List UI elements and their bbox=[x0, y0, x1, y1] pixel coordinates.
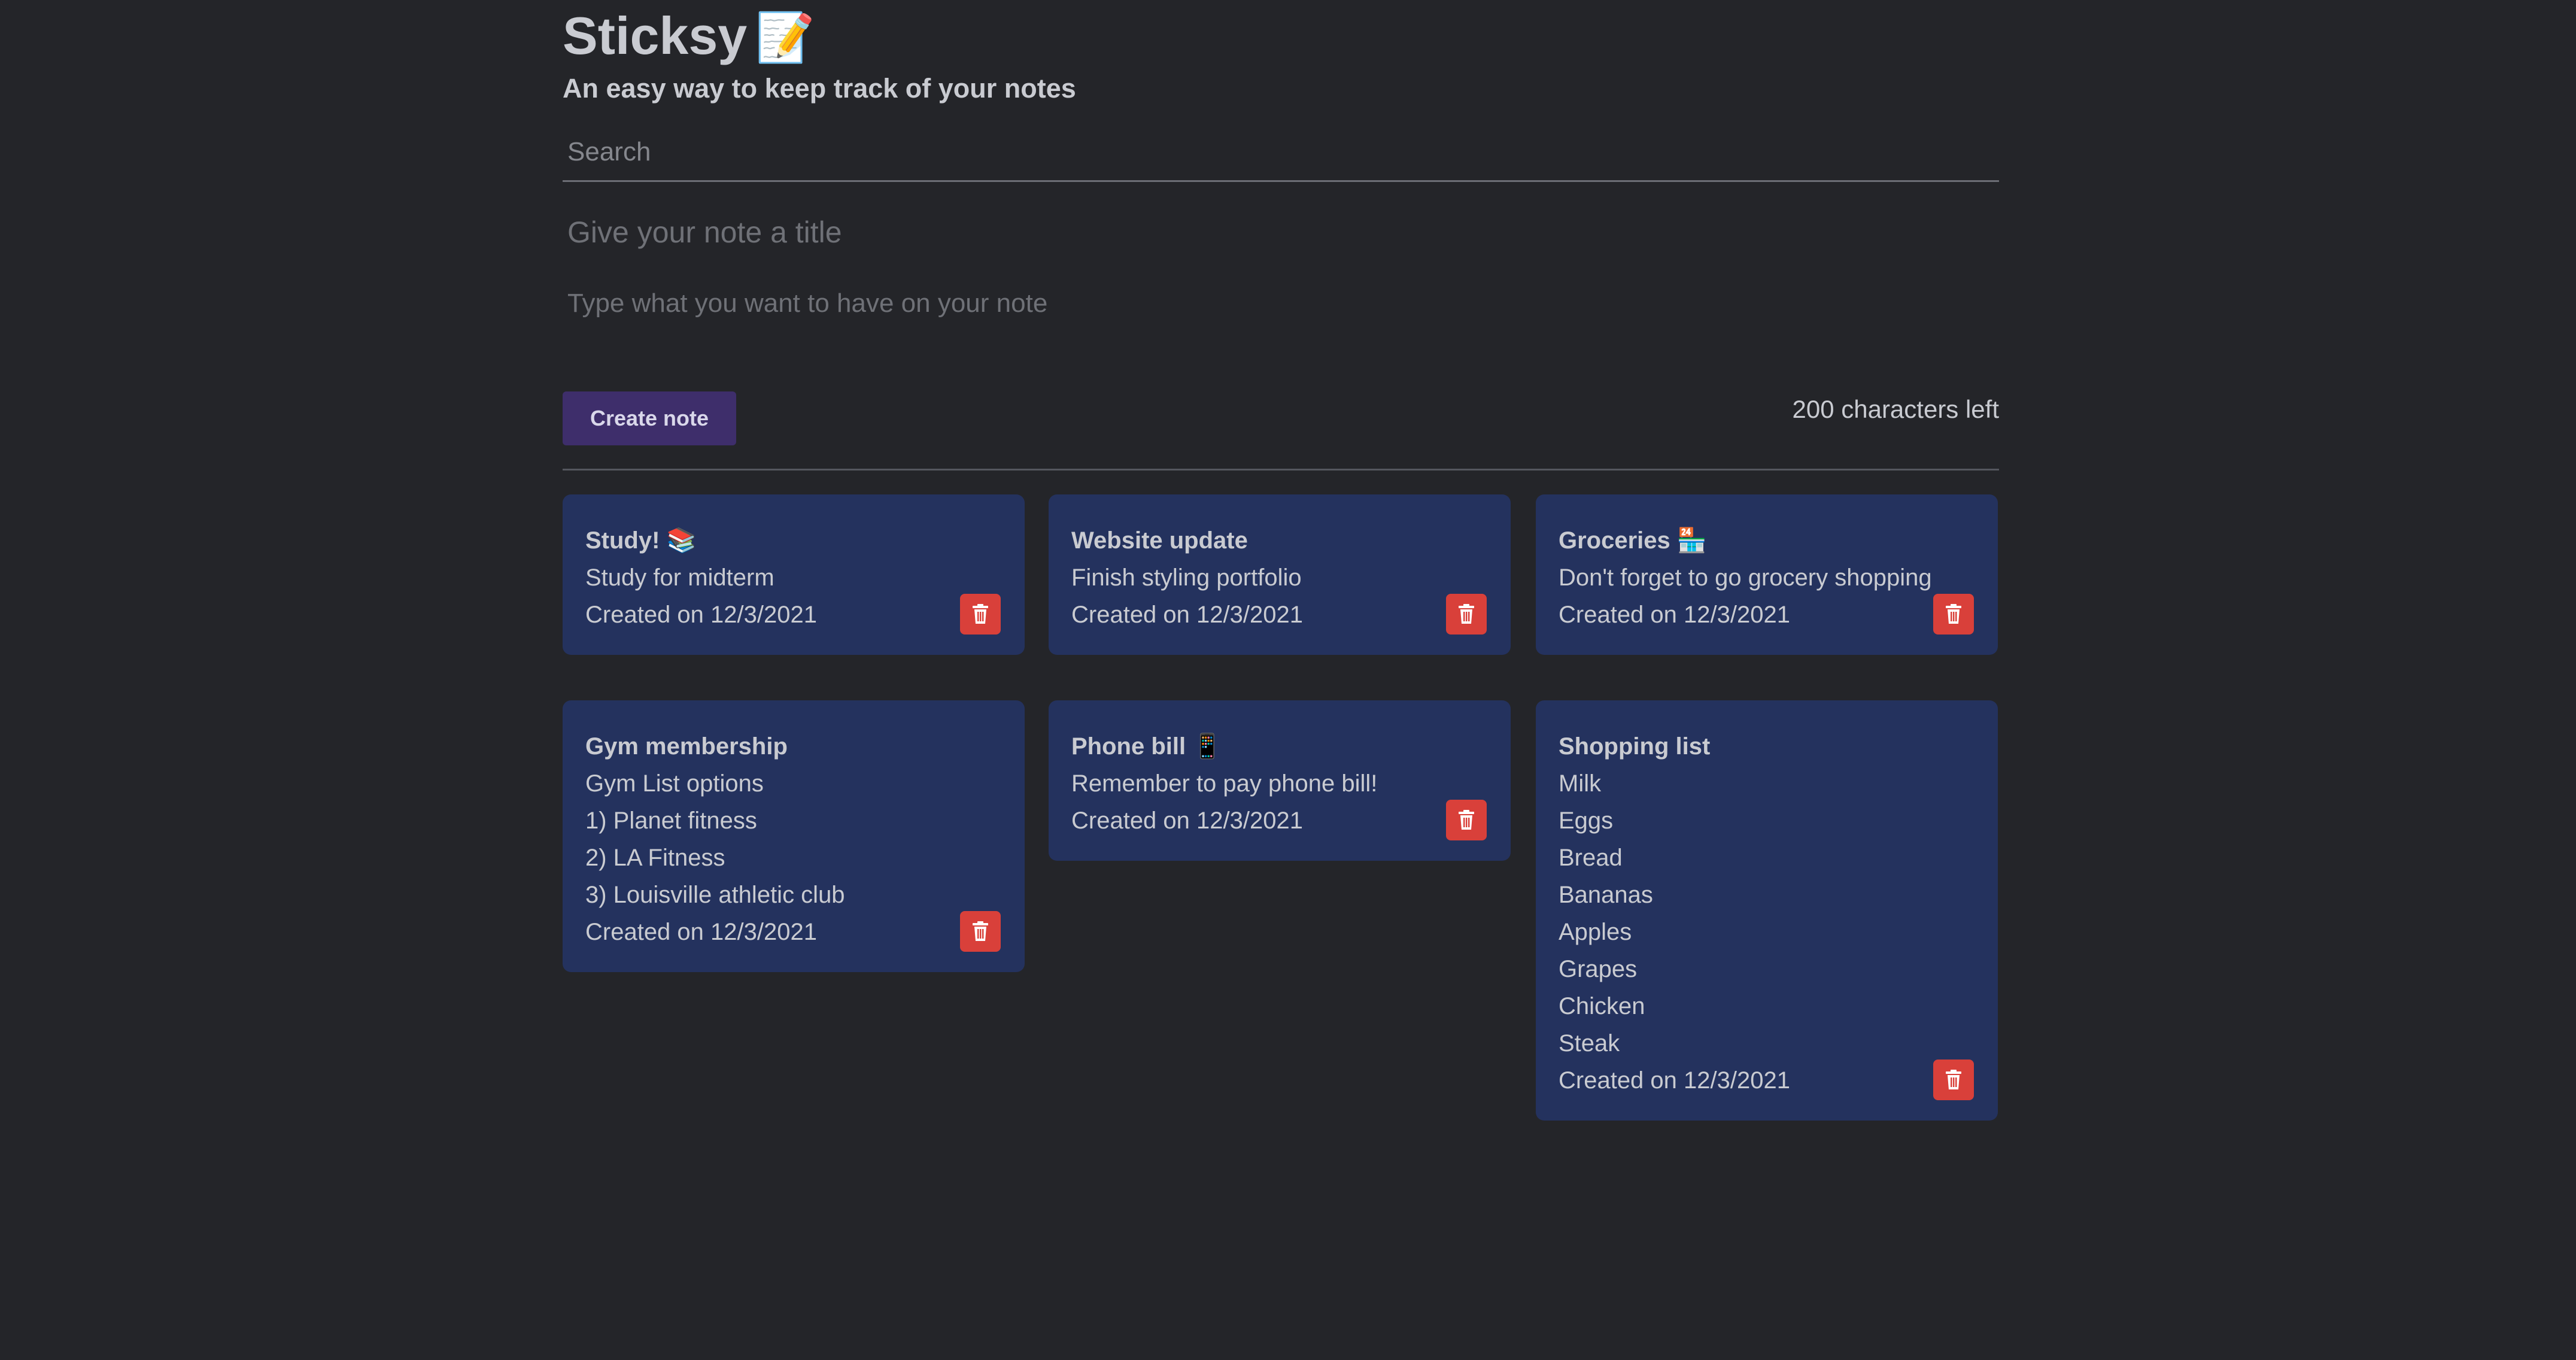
note-text-line: 1) Planet fitness bbox=[585, 808, 757, 834]
note-text-line: Milk bbox=[1559, 770, 1602, 797]
delete-note-button[interactable] bbox=[960, 911, 1001, 952]
delete-note-button[interactable] bbox=[1933, 594, 1974, 635]
note-card: Study! 📚 Study for midterm Created on 12/3… bbox=[563, 494, 1025, 655]
note-text-line: Bread bbox=[1559, 845, 1623, 871]
trash-icon bbox=[1945, 604, 1963, 624]
note-title: Gym membership bbox=[585, 733, 788, 760]
create-note-button[interactable]: Create note bbox=[563, 391, 736, 445]
delete-note-button[interactable] bbox=[1933, 1060, 1974, 1100]
note-date: Created on 12/3/2021 bbox=[1071, 602, 1303, 628]
characters-left-counter: 200 characters left bbox=[1792, 395, 1999, 423]
app-title: Sticksy 📝 bbox=[563, 7, 815, 65]
memo-icon: 📝 bbox=[755, 10, 815, 65]
note-text-line: Grapes bbox=[1559, 956, 1638, 982]
trash-icon bbox=[1457, 810, 1475, 830]
note-card: Phone bill 📱 Remember to pay phone bill! C… bbox=[1049, 700, 1511, 861]
note-text-line: Remember to pay phone bill! bbox=[1071, 770, 1378, 797]
delete-note-button[interactable] bbox=[960, 594, 1001, 635]
note-title: Shopping list bbox=[1559, 733, 1711, 760]
note-text-line: Chicken bbox=[1559, 993, 1645, 1019]
note-title: Groceries 🏪 bbox=[1559, 527, 1707, 554]
note-text-line: 3) Louisville athletic club bbox=[585, 882, 845, 908]
note-text-line: Bananas bbox=[1559, 882, 1653, 908]
note-text-line: Eggs bbox=[1559, 808, 1614, 834]
note-date: Created on 12/3/2021 bbox=[1559, 602, 1790, 628]
note-date: Created on 12/3/2021 bbox=[585, 602, 817, 628]
note-date: Created on 12/3/2021 bbox=[1559, 1067, 1790, 1094]
note-date: Created on 12/3/2021 bbox=[1071, 808, 1303, 834]
note-text-line: 2) LA Fitness bbox=[585, 845, 725, 871]
note-card: Groceries 🏪 Don't forget to go grocery sh… bbox=[1536, 494, 1998, 655]
note-text-line: Finish styling portfolio bbox=[1071, 564, 1302, 591]
note-text-line: Don't forget to go grocery shopping bbox=[1559, 564, 1932, 591]
note-date: Created on 12/3/2021 bbox=[585, 919, 817, 945]
app-title-text: Sticksy bbox=[563, 6, 748, 65]
trash-icon bbox=[971, 921, 989, 942]
note-text-line: Gym List options bbox=[585, 770, 764, 797]
note-title: Website update bbox=[1071, 527, 1248, 554]
note-text-line: Steak bbox=[1559, 1030, 1620, 1057]
note-card: Website update Finish styling portfolio Cr… bbox=[1049, 494, 1511, 655]
note-card: Shopping list Milk Eggs Bread Bananas Apples G… bbox=[1536, 700, 1998, 1121]
search-input[interactable] bbox=[563, 123, 1999, 182]
trash-icon bbox=[1945, 1070, 1963, 1090]
app-subtitle: An easy way to keep track of your notes bbox=[563, 73, 1076, 104]
note-title-input[interactable] bbox=[563, 204, 1999, 261]
delete-note-button[interactable] bbox=[1446, 800, 1487, 840]
note-text-line: Apples bbox=[1559, 919, 1632, 945]
trash-icon bbox=[1457, 604, 1475, 624]
note-card: Gym membership Gym List options 1) Planet … bbox=[563, 700, 1025, 972]
note-title: Phone bill 📱 bbox=[1071, 733, 1223, 760]
trash-icon bbox=[971, 604, 989, 624]
divider bbox=[563, 469, 1999, 470]
note-text-line: Study for midterm bbox=[585, 564, 774, 591]
note-title: Study! 📚 bbox=[585, 527, 697, 554]
note-body-input[interactable] bbox=[563, 289, 1999, 372]
delete-note-button[interactable] bbox=[1446, 594, 1487, 635]
